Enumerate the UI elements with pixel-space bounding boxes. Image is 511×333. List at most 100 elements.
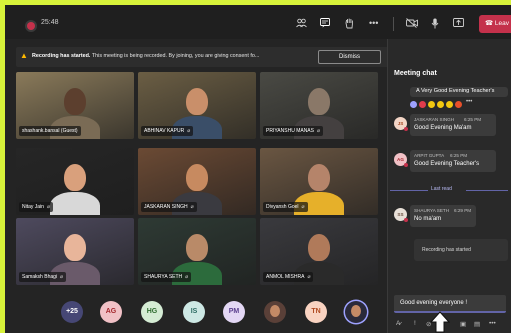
last-read-divider	[466, 190, 508, 191]
more-icon[interactable]: •••	[369, 18, 378, 28]
video-tile[interactable]: SHAURYA SETH ⌀	[138, 218, 256, 285]
message-time: 6:25 PM	[450, 153, 468, 158]
participant-name: SHAURYA SETH	[144, 274, 183, 280]
phone-hangup-icon: ☎	[485, 20, 494, 27]
chat-message: SHAURYA SETH 6:29 PM No ma'am	[410, 205, 476, 227]
participant-name-tag: SHAURYA SETH ⌀	[141, 272, 192, 282]
participant-avatar[interactable]: AG	[100, 301, 122, 323]
people-icon[interactable]	[296, 18, 307, 30]
dismiss-button[interactable]: Dismiss	[318, 50, 381, 64]
sticker-icon[interactable]: ▣	[460, 320, 466, 328]
system-message-text: Recording has started	[422, 247, 471, 253]
video-tile[interactable]: Nitay Jain ⌀	[16, 148, 134, 215]
teams-meeting-window: 25:48 ••• ☎ Leav ▲ Recording has started…	[5, 5, 511, 333]
video-tile[interactable]: PRIYANSHU MANAS ⌀	[260, 72, 378, 139]
participant-name-tag: JASKARAN SINGH ⌀	[141, 202, 197, 212]
participant-name: ABHINAV KAPUR	[144, 128, 185, 134]
mic-muted-icon: ⌀	[46, 204, 50, 210]
participant-face	[308, 234, 330, 261]
participant-name: ANMOL MISHRA	[266, 274, 305, 280]
chat-message-text: No ma'am	[414, 216, 442, 222]
video-tile[interactable]: Samaksh Bhagi ⌀	[16, 218, 134, 285]
participant-name-tag: Samaksh Bhagi ⌀	[19, 272, 67, 282]
participant-name: Nitay Jain	[22, 204, 44, 210]
more-options-icon[interactable]: •••	[466, 99, 472, 105]
participant-name: PRIYANSHU MANAS	[266, 128, 314, 134]
sad-reaction-icon[interactable]	[446, 101, 453, 108]
video-tile[interactable]: shashank.bansal (Guest)	[16, 72, 134, 139]
video-tile[interactable]: JASKARAN SINGH ⌀	[138, 148, 256, 215]
chat-message-text: Good Evening Ma'am	[414, 125, 472, 131]
chat-title: Meeting chat	[394, 70, 437, 77]
last-read-label: Last read	[431, 186, 452, 192]
like-reaction-icon[interactable]	[410, 101, 417, 108]
system-message: Recording has started	[414, 239, 508, 261]
participant-face	[308, 164, 330, 191]
camera-off-icon[interactable]	[406, 18, 418, 30]
warning-icon: ▲	[20, 51, 28, 60]
participant-name-tag: PRIYANSHU MANAS ⌀	[263, 126, 323, 136]
participant-avatar[interactable]	[264, 301, 286, 323]
participant-face	[64, 88, 86, 115]
chat-message-text: Good Evening Teacher's	[414, 161, 480, 167]
participant-name: shashank.bansal (Guest)	[22, 128, 78, 134]
leave-label: Leav	[494, 20, 510, 27]
participant-avatar[interactable]	[345, 301, 367, 323]
compose-input[interactable]: Good evening everyone !	[400, 300, 467, 306]
mic-muted-icon: ⌀	[301, 204, 305, 210]
more-options-icon[interactable]: •••	[489, 320, 496, 327]
sender-name: ARPIT GUPTA	[414, 153, 445, 158]
chat-icon[interactable]	[320, 18, 330, 30]
mic-icon[interactable]	[431, 18, 439, 31]
raise-hand-icon[interactable]	[345, 18, 354, 31]
participant-body	[50, 192, 100, 215]
compose-box[interactable]: Good evening everyone !	[394, 295, 506, 313]
participant-name-tag: shashank.bansal (Guest)	[19, 126, 81, 136]
participant-avatar[interactable]: IS	[183, 301, 205, 323]
mouse-cursor-icon	[430, 311, 450, 333]
last-read-divider	[390, 190, 428, 191]
chat-message-text: A Very Good Evening Teacher's	[416, 88, 495, 94]
presence-status-icon	[404, 218, 408, 222]
laugh-reaction-icon[interactable]	[428, 101, 435, 108]
avatar-photo	[270, 305, 280, 317]
participant-name-tag: Divyansh Goel ⌀	[263, 202, 308, 212]
participant-avatar[interactable]: HG	[141, 301, 163, 323]
video-tile[interactable]: Divyansh Goel ⌀	[260, 148, 378, 215]
exclamation-icon[interactable]: !	[414, 320, 416, 327]
mic-muted-icon: ⌀	[185, 274, 189, 280]
participant-name: JASKARAN SINGH	[144, 204, 188, 210]
participant-face	[308, 88, 330, 115]
more-participants-badge[interactable]: +25	[61, 301, 83, 323]
angry-reaction-icon[interactable]	[455, 101, 462, 108]
participant-avatar[interactable]: TN	[305, 301, 327, 323]
participant-face	[64, 234, 86, 261]
sender-name: JASKARAN SINGH	[414, 117, 455, 122]
schedule-icon[interactable]: ▤	[474, 320, 480, 328]
participant-face	[186, 234, 208, 261]
participant-name-tag: ABHINAV KAPUR ⌀	[141, 126, 194, 136]
recording-banner: ▲ Recording has started. This meeting is…	[16, 47, 389, 67]
video-tile[interactable]: ANMOL MISHRA ⌀	[260, 218, 378, 285]
message-time: 6:25 PM	[464, 117, 482, 122]
participant-face	[64, 164, 86, 191]
video-tile[interactable]: ABHINAV KAPUR ⌀	[138, 72, 256, 139]
reaction-bar[interactable]: •••	[410, 99, 488, 110]
banner-body: This meeting is being recorded. By joini…	[91, 53, 260, 59]
leave-button[interactable]: ☎ Leav	[479, 15, 511, 33]
chat-message: JASKARAN SINGH 6:25 PM Good Evening Ma'am	[410, 114, 496, 136]
surprised-reaction-icon[interactable]	[437, 101, 444, 108]
meeting-timer: 25:48	[41, 19, 59, 26]
participant-face	[186, 88, 208, 115]
meeting-chat-panel: Meeting chat A Very Good Evening Teacher…	[387, 39, 511, 333]
share-icon[interactable]	[453, 18, 464, 30]
presence-status-icon	[404, 127, 408, 131]
participant-name: Samaksh Bhagi	[22, 274, 58, 280]
chat-message-first: A Very Good Evening Teacher's	[410, 87, 508, 97]
participant-face	[186, 164, 208, 191]
heart-reaction-icon[interactable]	[419, 101, 426, 108]
format-icon[interactable]: A̷	[396, 320, 400, 327]
sender-name: SHAURYA SETH	[414, 208, 450, 213]
participant-avatar[interactable]: PM	[223, 301, 245, 323]
participant-name-tag: Nitay Jain ⌀	[19, 202, 53, 212]
